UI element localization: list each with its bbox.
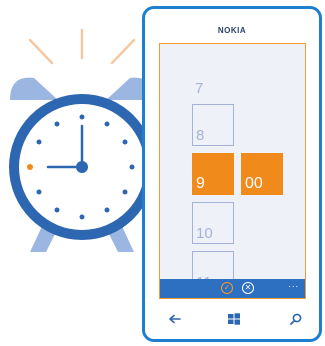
search-icon[interactable] xyxy=(286,309,306,329)
more-options-button[interactable]: ... xyxy=(288,279,299,289)
clock-center xyxy=(76,161,88,173)
windows-start-icon[interactable] xyxy=(224,309,244,329)
hour-option-label: 8 xyxy=(196,127,205,144)
ringing-lines xyxy=(28,28,136,65)
back-arrow-icon[interactable] xyxy=(165,309,185,329)
hardware-nav-bar xyxy=(145,309,319,329)
close-circle-icon[interactable]: ✕ xyxy=(242,282,254,294)
hour-option-8[interactable]: 8 xyxy=(192,104,234,146)
selected-minute-value: 00 xyxy=(245,175,263,192)
hour-option-10[interactable]: 10 xyxy=(192,202,234,244)
hour-selector-selected[interactable]: 9 xyxy=(192,153,234,195)
nine-oclock-marker xyxy=(27,164,33,170)
left-bell xyxy=(10,77,58,100)
hour-option-label: 10 xyxy=(196,225,213,242)
hour-option-label: 7 xyxy=(195,80,204,97)
selected-hour-value: 9 xyxy=(196,175,205,192)
alarm-time-picker-screen: 7 8 9 00 10 11 ✓ ✕ ... xyxy=(159,43,306,299)
phone-device: NOKIA 7 8 9 00 10 11 ✓ ✕ ... xyxy=(142,6,322,342)
hour-option-7[interactable]: 7 xyxy=(192,74,234,98)
phone-brand: NOKIA xyxy=(217,26,247,35)
checkmark-circle-icon[interactable]: ✓ xyxy=(221,282,233,294)
app-bar: ✓ ✕ ... xyxy=(160,279,305,298)
minute-selector-selected[interactable]: 00 xyxy=(241,153,283,195)
